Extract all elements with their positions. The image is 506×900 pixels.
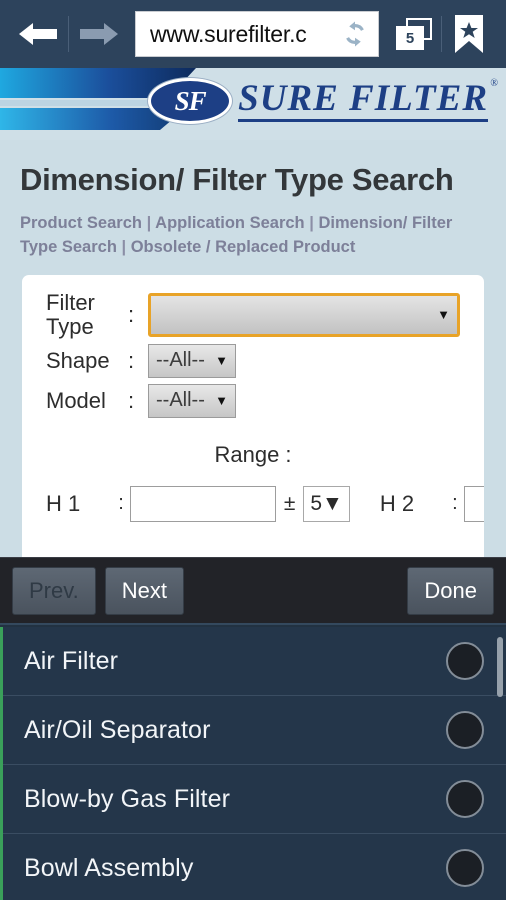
option-label-blow-by-gas-filter: Blow-by Gas Filter — [24, 784, 231, 813]
list-item[interactable]: Bowl Assembly — [0, 834, 506, 900]
next-button-label: Next — [121, 577, 167, 603]
nav-link-obsolete-replaced-product[interactable]: Obsolete / Replaced Product — [131, 238, 356, 256]
tabs-stack-icon: 5 — [396, 18, 432, 50]
nav-separator-2: | — [309, 213, 314, 232]
model-value: --All-- — [156, 389, 205, 412]
nav-link-product-search[interactable]: Product Search — [20, 214, 142, 232]
radio-button-bowl-assembly[interactable] — [446, 849, 484, 887]
filter-type-colon: : — [128, 301, 135, 327]
arrow-left-icon — [19, 23, 57, 45]
nav-separator-3: | — [121, 237, 127, 256]
model-label: Model — [46, 388, 106, 414]
option-list-scrollbar[interactable] — [497, 637, 503, 697]
back-button[interactable] — [10, 0, 68, 68]
range-label: Range : — [214, 441, 292, 467]
model-row: Model : --All-- ▼ — [22, 383, 484, 418]
filter-type-row: Filter Type : ▼ — [22, 290, 484, 339]
bookmark-star-icon — [455, 15, 483, 53]
h2-colon: : — [452, 492, 458, 515]
tab-switcher-button[interactable]: 5 — [387, 0, 441, 68]
option-label-air-oil-separator: Air/Oil Separator — [24, 715, 211, 744]
shape-label: Shape — [46, 348, 110, 374]
left-edge-accent — [0, 627, 3, 900]
url-input[interactable]: www.surefilter.c — [150, 21, 340, 48]
prev-button[interactable]: Prev. — [12, 566, 96, 615]
chevron-down-icon: ▼ — [322, 491, 343, 515]
prev-button-label: Prev. — [29, 577, 79, 603]
browser-toolbar: www.surefilter.c 5 — [0, 0, 506, 68]
h1-colon: : — [118, 492, 124, 515]
tab-front-sheet: 5 — [396, 26, 424, 50]
chevron-down-icon: ▼ — [437, 307, 450, 323]
h1-input[interactable] — [129, 485, 276, 522]
arrow-right-icon — [80, 23, 118, 45]
url-bar[interactable]: www.surefilter.c — [135, 11, 379, 57]
plus-minus-icon: ± — [283, 491, 296, 515]
list-item[interactable]: Air/Oil Separator — [0, 696, 506, 765]
filter-type-label: Filter Type — [46, 290, 95, 339]
brand-name: SURE FILTER — [238, 78, 488, 119]
nav-separator-1: | — [146, 213, 152, 232]
next-button[interactable]: Next — [104, 566, 184, 615]
list-item[interactable]: Blow-by Gas Filter — [0, 765, 506, 834]
shape-value: --All-- — [156, 349, 205, 372]
model-colon: : — [128, 387, 135, 413]
nav-link-application-search[interactable]: Application Search — [155, 214, 304, 232]
range-header: Range : — [22, 424, 484, 478]
shape-select[interactable]: --All-- ▼ — [148, 343, 236, 378]
h1-tolerance-select[interactable]: 5 ▼ — [303, 485, 350, 522]
h1-tolerance-value: 5 — [310, 491, 323, 515]
bookmark-button[interactable] — [442, 0, 496, 68]
picker-toolbar: Prev. Next Done — [0, 557, 506, 625]
option-label-bowl-assembly: Bowl Assembly — [24, 853, 194, 882]
done-button-label: Done — [424, 577, 477, 603]
dimension-row: H 1 : ± 5 ▼ H 2 : — [22, 478, 484, 522]
model-select[interactable]: --All-- ▼ — [148, 383, 236, 418]
sf-badge-icon: SF — [148, 78, 233, 124]
brand-underline — [238, 119, 488, 122]
refresh-icon[interactable] — [340, 19, 370, 49]
filter-type-select[interactable]: ▼ — [148, 292, 460, 337]
radio-button-air-oil-separator[interactable] — [446, 711, 484, 749]
radio-button-blow-by-gas-filter[interactable] — [446, 780, 484, 818]
shape-colon: : — [128, 347, 135, 373]
chevron-down-icon: ▼ — [215, 393, 228, 409]
radio-button-air-filter[interactable] — [446, 642, 484, 680]
page-title: Dimension/ Filter Type Search — [20, 162, 454, 197]
forward-button[interactable] — [69, 0, 127, 68]
option-label-air-filter: Air Filter — [24, 646, 119, 675]
breadcrumb-nav: Product Search | Application Search | Di… — [0, 198, 506, 260]
filter-type-option-list[interactable]: Air Filter Air/Oil Separator Blow-by Gas… — [0, 627, 506, 900]
site-logo-band: SF SURE FILTER ® — [0, 68, 506, 140]
sf-badge-label: SF — [174, 85, 207, 116]
h1-label: H 1 — [46, 490, 81, 516]
h2-input[interactable] — [463, 485, 484, 522]
tab-count-label: 5 — [405, 29, 415, 47]
chevron-down-icon: ▼ — [215, 353, 228, 369]
brand-wordmark: SURE FILTER ® — [238, 78, 498, 122]
h2-label: H 2 — [379, 490, 415, 516]
registered-mark: ® — [490, 78, 498, 89]
brand-logo: SF SURE FILTER ® — [148, 78, 498, 124]
page-content: Dimension/ Filter Type Search Product Se… — [0, 140, 506, 560]
done-button[interactable]: Done — [407, 566, 494, 615]
list-item[interactable]: Air Filter — [0, 627, 506, 696]
shape-row: Shape : --All-- ▼ — [22, 343, 484, 378]
search-form-card: Filter Type : ▼ Shape : --All-- ▼ Model … — [22, 275, 484, 560]
screen: www.surefilter.c 5 SF SURE FILTER ® Dime… — [0, 0, 506, 900]
